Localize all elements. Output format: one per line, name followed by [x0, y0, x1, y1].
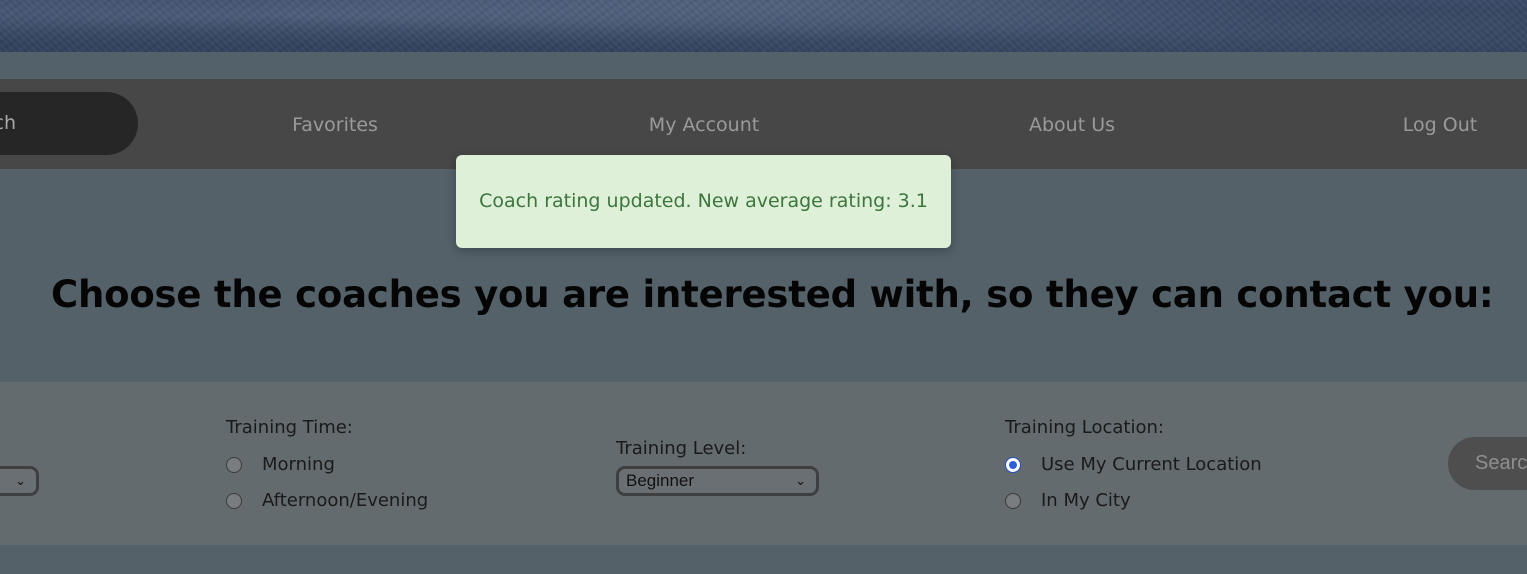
page-title: Choose the coaches you are interested wi… [51, 273, 1494, 316]
training-location-option-current[interactable]: Use My Current Location [1005, 454, 1262, 475]
page-bottom [0, 545, 1527, 574]
radio-in-my-city[interactable] [1005, 492, 1021, 509]
header-banner-image [0, 0, 1527, 52]
training-location-label: Training Location: [1005, 417, 1164, 438]
nav-search-button[interactable]: Search [0, 92, 138, 155]
training-time-label: Training Time: [226, 417, 353, 438]
training-level-label: Training Level: [616, 438, 747, 459]
nav-item-log-out[interactable]: Log Out [1403, 79, 1477, 169]
training-level-select[interactable]: Beginner ⌄ [616, 466, 819, 496]
header-spacer [0, 52, 1527, 79]
radio-morning-label: Morning [262, 454, 335, 475]
training-location-option-city[interactable]: In My City [1005, 490, 1131, 511]
banner-texture [0, 0, 1527, 52]
toast-notification: Coach rating updated. New average rating… [456, 155, 951, 248]
chevron-down-icon: ⌄ [795, 474, 806, 489]
search-button[interactable]: Search [1448, 437, 1527, 490]
filter-panel: ⌄ Training Time: Morning Afternoon/Eveni… [0, 382, 1527, 545]
training-time-option-morning[interactable]: Morning [226, 454, 335, 475]
partial-filter-select[interactable]: ⌄ [0, 466, 39, 496]
nav-item-favorites[interactable]: Favorites [292, 79, 378, 169]
radio-in-my-city-label: In My City [1041, 490, 1131, 511]
nav-search-label: Search [0, 112, 16, 134]
radio-afternoon-evening[interactable] [226, 492, 242, 509]
training-time-option-afternoon-evening[interactable]: Afternoon/Evening [226, 490, 428, 511]
toast-message: Coach rating updated. New average rating… [479, 190, 928, 212]
nav-item-about-us[interactable]: About Us [1029, 79, 1115, 169]
chevron-down-icon: ⌄ [15, 474, 26, 489]
radio-morning[interactable] [226, 456, 242, 473]
radio-afternoon-evening-label: Afternoon/Evening [262, 490, 429, 511]
radio-use-current-location[interactable] [1005, 456, 1021, 473]
training-level-selected-value: Beginner [626, 471, 695, 490]
radio-use-current-location-label: Use My Current Location [1041, 454, 1262, 475]
